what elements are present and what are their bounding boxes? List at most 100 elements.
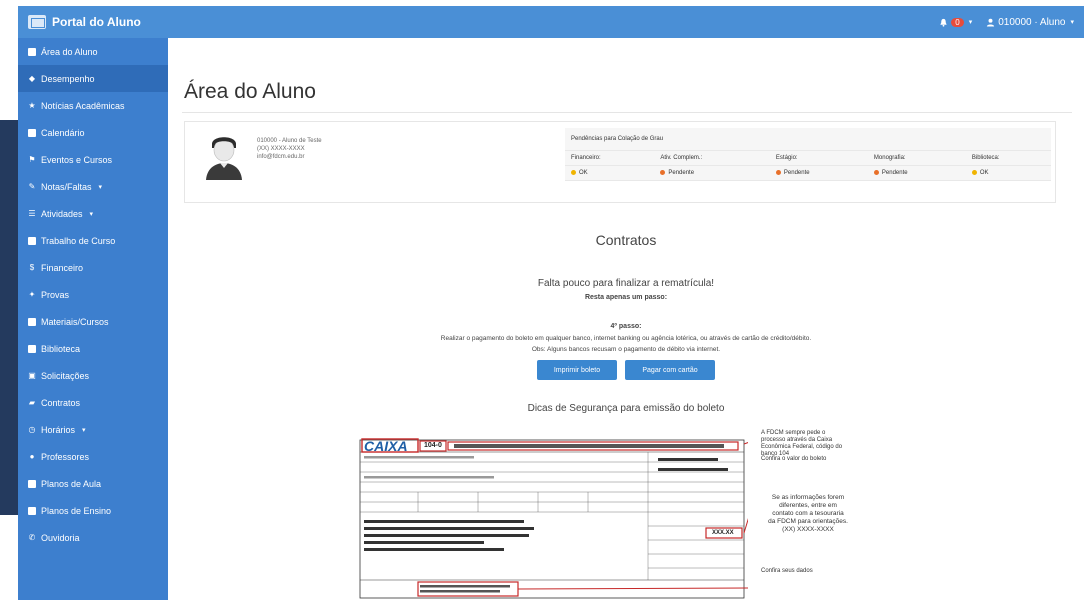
- folder-icon: [28, 317, 36, 326]
- plan-icon: [28, 479, 36, 488]
- print-boleto-button[interactable]: Imprimir boleto: [537, 360, 617, 380]
- sidebar-item-notas-faltas[interactable]: ✎ Notas/Faltas ▾: [18, 173, 168, 200]
- sidebar-item-horarios[interactable]: ◷ Horários ▾: [18, 416, 168, 443]
- sidebar-item-planos-de-aula[interactable]: Planos de Aula: [18, 470, 168, 497]
- sidebar-item-label: Notícias Acadêmicas: [41, 100, 125, 111]
- plan-icon: [28, 506, 36, 515]
- pendencias-table: Pendências para Colação de Grau Financei…: [565, 128, 1051, 181]
- notification-count-badge: 0: [951, 17, 964, 27]
- pendencias-title: Pendências para Colação de Grau: [565, 128, 1051, 151]
- dicas-heading: Dicas de Segurança para emissão do bolet…: [527, 403, 725, 414]
- test-icon: ✦: [28, 289, 36, 299]
- user-label: 010000 · Aluno: [998, 16, 1066, 28]
- sidebar-item-label: Biblioteca: [41, 343, 81, 354]
- sidebar-item-provas[interactable]: ✦ Provas: [18, 281, 168, 308]
- left-dark-strip: [0, 120, 18, 515]
- sidebar-item-professores[interactable]: ● Professores: [18, 443, 168, 470]
- sidebar-item-label: Trabalho de Curso: [41, 235, 116, 246]
- status-text: Pendente: [881, 169, 908, 176]
- chevron-down-icon: ▾: [1070, 19, 1074, 26]
- sidebar-item-label: Eventos e Cursos: [41, 154, 113, 165]
- step-note: Obs: Alguns bancos recusam o pagamento d…: [531, 346, 721, 353]
- sidebar-item-noticias[interactable]: ★ Notícias Acadêmicas: [18, 92, 168, 119]
- pendencias-col-monografia: Monografia:: [867, 150, 966, 166]
- sidebar-item-solicitacoes[interactable]: ▣ Solicitações: [18, 362, 168, 389]
- pendencias-status-monografia: Pendente: [867, 165, 966, 181]
- sidebar-item-planos-de-ensino[interactable]: Planos de Ensino: [18, 497, 168, 524]
- brand-label: Portal do Aluno: [52, 15, 141, 29]
- pendencias-header-row: Financeiro: Ativ. Complem.: Estágio: Mon…: [565, 150, 1051, 166]
- boleto-bank-code: 104-0: [424, 442, 442, 449]
- calendar-icon: [28, 128, 36, 137]
- status-pending-icon: [775, 169, 781, 175]
- status-text: OK: [579, 169, 588, 176]
- pay-with-card-button[interactable]: Pagar com cartão: [625, 360, 715, 380]
- pendencias-values-row: OK Pendente Pendente Pendente OK: [565, 165, 1051, 181]
- dashboard-icon: ◆: [28, 73, 36, 83]
- note-contact-phone: (XX) XXXX-XXXX: [782, 526, 834, 533]
- sidebar-item-calendario[interactable]: Calendário: [18, 119, 168, 146]
- sidebar-item-label: Financeiro: [41, 262, 84, 273]
- sidebar-item-label: Atividades: [41, 208, 83, 219]
- chevron-down-icon: ▾: [968, 19, 973, 26]
- boleto-illustration: [358, 430, 748, 600]
- rematricula-subtitle: Resta apenas um passo:: [584, 294, 668, 301]
- pendencias-col-biblioteca: Biblioteca:: [965, 150, 1051, 166]
- sidebar-item-label: Solicitações: [41, 370, 90, 381]
- sidebar-item-label: Materiais/Cursos: [41, 316, 109, 327]
- sidebar-item-materiais[interactable]: Materiais/Cursos: [18, 308, 168, 335]
- boleto-value: XXX.XX: [712, 530, 734, 536]
- avatar: [203, 130, 245, 180]
- pendencias-col-ativ-complem: Ativ. Complem.:: [654, 150, 770, 166]
- step-instructions: Realizar o pagamento do boleto em qualqu…: [440, 335, 812, 342]
- sidebar-item-trabalho-de-curso[interactable]: Trabalho de Curso: [18, 227, 168, 254]
- note-check-data: Confira seus dados: [761, 568, 813, 574]
- profile-email: info@fdcm.edu.br: [257, 154, 305, 160]
- note-check-value: Confira o valor do boleto: [761, 456, 827, 462]
- note-bank-code: A FDCM sempre pede o processo através da…: [761, 430, 843, 457]
- step-label: 4º passo:: [610, 323, 642, 330]
- rematricula-message: Falta pouco para finalizar a rematrícula…: [537, 278, 715, 289]
- status-pending-icon: [660, 169, 666, 175]
- status-text: Pendente: [668, 169, 695, 176]
- sidebar-item-label: Notas/Faltas: [41, 181, 92, 192]
- status-pending-icon: [873, 169, 879, 175]
- note-contact-tesouraria: Se as informações forem diferentes, entr…: [768, 494, 848, 534]
- profile-info: 010000 - Aluno de Teste (XX) XXXX-XXXX i…: [257, 137, 322, 161]
- notifications-button[interactable]: 0 ▾: [939, 17, 973, 27]
- sidebar-item-label: Professores: [41, 451, 90, 462]
- top-navbar: Portal do Aluno 0 ▾ 010000 · Aluno ▾: [18, 6, 1084, 38]
- sidebar-item-label: Desempenho: [41, 73, 95, 84]
- sidebar-item-label: Área do Aluno: [41, 46, 98, 57]
- status-text: OK: [979, 169, 989, 176]
- pendencias-status-financeiro: OK: [565, 165, 655, 181]
- pencil-icon: ✎: [28, 181, 36, 191]
- home-icon: [28, 47, 36, 56]
- contract-icon: ▰: [28, 397, 36, 407]
- user-menu-button[interactable]: 010000 · Aluno ▾: [986, 17, 1074, 28]
- sidebar-item-area-do-aluno[interactable]: Área do Aluno: [18, 38, 168, 65]
- sidebar-item-label: Horários: [41, 424, 76, 435]
- bell-icon: [940, 18, 947, 27]
- sidebar-item-financeiro[interactable]: $ Financeiro: [18, 254, 168, 281]
- sidebar-item-desempenho[interactable]: ◆ Desempenho: [18, 65, 168, 92]
- dollar-icon: $: [29, 262, 35, 272]
- note-contact-text: Se as informações forem diferentes, entr…: [768, 494, 848, 525]
- profile-phone: (XX) XXXX-XXXX: [257, 146, 305, 152]
- brand[interactable]: Portal do Aluno: [28, 15, 141, 29]
- sidebar-item-ouvidoria[interactable]: ✆ Ouvidoria: [18, 524, 168, 551]
- sidebar-item-eventos[interactable]: ⚑ Eventos e Cursos: [18, 146, 168, 173]
- topbar-right: 0 ▾ 010000 · Aluno ▾: [939, 17, 1074, 28]
- sidebar-item-label: Contratos: [41, 397, 81, 408]
- sidebar-item-label: Calendário: [41, 127, 85, 138]
- sidebar-item-contratos[interactable]: ▰ Contratos: [18, 389, 168, 416]
- sidebar-item-atividades[interactable]: ☰ Atividades ▾: [18, 200, 168, 227]
- star-icon: ★: [28, 100, 36, 110]
- pendencias-status-ativ-complem: Pendente: [654, 165, 770, 181]
- main-content: Área do Aluno 010000 - Aluno de Teste (X…: [168, 38, 1084, 600]
- profile-card: 010000 - Aluno de Teste (XX) XXXX-XXXX i…: [184, 121, 1056, 203]
- pendencias-col-estagio: Estágio:: [769, 150, 868, 166]
- sidebar-item-biblioteca[interactable]: Biblioteca: [18, 335, 168, 362]
- clock-icon: ◷: [28, 424, 36, 434]
- page-title: Área do Aluno: [184, 80, 316, 103]
